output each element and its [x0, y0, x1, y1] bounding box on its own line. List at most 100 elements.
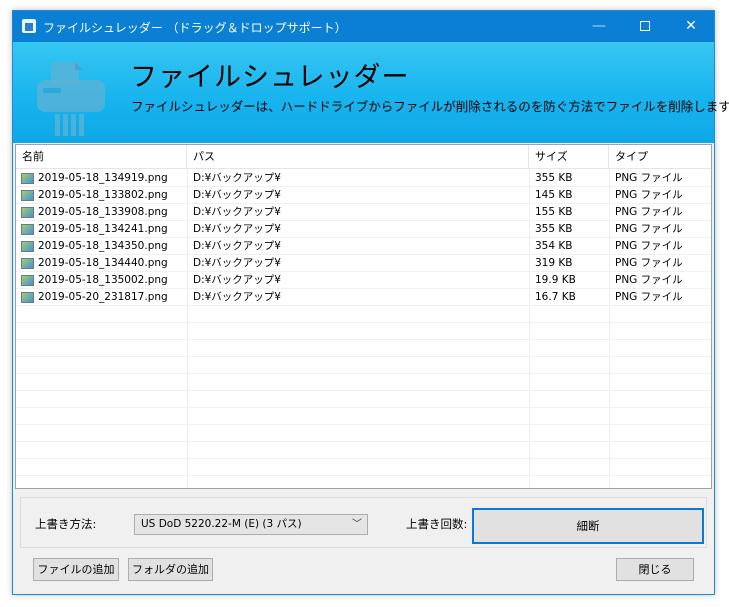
table-row[interactable]: 2019-05-18_133802.png D:¥バックアップ¥ 145 KB PNG…	[16, 187, 711, 204]
cell-name: 2019-05-18_134350.png	[21, 238, 187, 255]
window-title: ファイルシュレッダー （ドラッグ＆ドロップサポート）	[43, 21, 347, 35]
cell-name: 2019-05-18_133908.png	[21, 204, 187, 221]
empty-row	[16, 306, 711, 323]
shred-button[interactable]: 細断	[472, 508, 704, 544]
cell-path-text: D:¥バックアップ¥	[193, 240, 281, 252]
cell-size-text: 319 KB	[535, 257, 573, 269]
overwrite-method-label: 上書き方法:	[35, 517, 97, 531]
table-row[interactable]: 2019-05-18_134440.png D:¥バックアップ¥ 319 KB PNG…	[16, 255, 711, 272]
cell-name-text: 2019-05-18_134919.png	[38, 172, 168, 184]
cell-path: D:¥バックアップ¥	[193, 170, 529, 187]
table-row[interactable]: 2019-05-18_135002.png D:¥バックアップ¥ 19.9 KB PN…	[16, 272, 711, 289]
file-list[interactable]: 名前 パス サイズ タイプ 2019-05-18_134919.png D:¥バッ…	[15, 144, 712, 489]
cell-size-text: 355 KB	[535, 223, 573, 235]
shredder-icon	[37, 62, 105, 136]
cell-path: D:¥バックアップ¥	[193, 272, 529, 289]
empty-row	[16, 374, 711, 391]
list-header: 名前 パス サイズ タイプ	[16, 145, 711, 169]
cell-type-text: PNG ファイル	[615, 240, 683, 252]
empty-row	[16, 442, 711, 459]
overwrite-method-select[interactable]: US DoD 5220.22-M (E) (3 パス) ﹀	[134, 514, 368, 535]
cell-type-text: PNG ファイル	[615, 223, 683, 235]
cell-name-text: 2019-05-18_133802.png	[38, 189, 168, 201]
close-button[interactable]: 閉じる	[616, 558, 694, 581]
column-header-size[interactable]: サイズ	[529, 145, 609, 169]
image-file-icon	[21, 207, 34, 218]
column-header-path[interactable]: パス	[187, 145, 529, 169]
column-header-name[interactable]: 名前	[16, 145, 187, 169]
cell-type: PNG ファイル	[615, 255, 711, 272]
cell-name-text: 2019-05-18_135002.png	[38, 274, 168, 286]
cell-path-text: D:¥バックアップ¥	[193, 206, 281, 218]
cell-size: 355 KB	[535, 221, 609, 238]
cell-name-text: 2019-05-18_133908.png	[38, 206, 168, 218]
list-rows: 2019-05-18_134919.png D:¥バックアップ¥ 355 KB PNG…	[16, 170, 711, 488]
cell-size: 355 KB	[535, 170, 609, 187]
cell-path: D:¥バックアップ¥	[193, 204, 529, 221]
image-file-icon	[21, 224, 34, 235]
table-row[interactable]: 2019-05-18_134919.png D:¥バックアップ¥ 355 KB PNG…	[16, 170, 711, 187]
overwrite-method-value: US DoD 5220.22-M (E) (3 パス)	[141, 518, 302, 530]
cell-path-text: D:¥バックアップ¥	[193, 172, 281, 184]
cell-size-text: 155 KB	[535, 206, 573, 218]
image-file-icon	[21, 173, 34, 184]
app-shredder-icon	[22, 19, 36, 33]
cell-path-text: D:¥バックアップ¥	[193, 257, 281, 269]
cell-name-text: 2019-05-18_134440.png	[38, 257, 168, 269]
cell-type: PNG ファイル	[615, 289, 711, 306]
column-header-type[interactable]: タイプ	[609, 145, 711, 169]
image-file-icon	[21, 190, 34, 201]
cell-type-text: PNG ファイル	[615, 291, 683, 303]
cell-size: 319 KB	[535, 255, 609, 272]
overwrite-passes-label: 上書き回数:	[406, 517, 468, 531]
cell-path-text: D:¥バックアップ¥	[193, 291, 281, 303]
cell-name-text: 2019-05-20_231817.png	[38, 291, 168, 303]
cell-name: 2019-05-18_134241.png	[21, 221, 187, 238]
cell-type-text: PNG ファイル	[615, 274, 683, 286]
empty-row	[16, 391, 711, 408]
cell-size: 145 KB	[535, 187, 609, 204]
cell-path-text: D:¥バックアップ¥	[193, 274, 281, 286]
cell-size-text: 354 KB	[535, 240, 573, 252]
cell-size-text: 145 KB	[535, 189, 573, 201]
image-file-icon	[21, 275, 34, 286]
cell-type: PNG ファイル	[615, 221, 711, 238]
cell-size: 16.7 KB	[535, 289, 609, 306]
empty-row	[16, 459, 711, 476]
cell-name: 2019-05-20_231817.png	[21, 289, 187, 306]
empty-row	[16, 357, 711, 374]
image-file-icon	[21, 241, 34, 252]
maximize-button[interactable]	[622, 11, 668, 42]
banner-title: ファイルシュレッダー	[130, 62, 410, 93]
cell-size: 155 KB	[535, 204, 609, 221]
table-row[interactable]: 2019-05-18_133908.png D:¥バックアップ¥ 155 KB PNG…	[16, 204, 711, 221]
cell-size-text: 19.9 KB	[535, 274, 576, 286]
overwrite-options-panel: 上書き方法: US DoD 5220.22-M (E) (3 パス) ﹀ 上書き…	[20, 497, 707, 548]
close-window-button[interactable]: ✕	[668, 11, 714, 42]
cell-type: PNG ファイル	[615, 170, 711, 187]
image-file-icon	[21, 258, 34, 269]
cell-name-text: 2019-05-18_134350.png	[38, 240, 168, 252]
cell-path: D:¥バックアップ¥	[193, 221, 529, 238]
cell-type-text: PNG ファイル	[615, 257, 683, 269]
cell-type-text: PNG ファイル	[615, 206, 683, 218]
maximize-icon	[640, 21, 650, 31]
table-row[interactable]: 2019-05-20_231817.png D:¥バックアップ¥ 16.7 KB PN…	[16, 289, 711, 306]
header-banner: ファイルシュレッダー ファイルシュレッダーは、ハードドライブからファイルが削除さ…	[13, 42, 729, 143]
cell-path: D:¥バックアップ¥	[193, 238, 529, 255]
cell-type-text: PNG ファイル	[615, 172, 683, 184]
minimize-button[interactable]: —	[576, 11, 622, 42]
cell-size-text: 355 KB	[535, 172, 573, 184]
cell-path: D:¥バックアップ¥	[193, 187, 529, 204]
cell-type-text: PNG ファイル	[615, 189, 683, 201]
cell-path: D:¥バックアップ¥	[193, 289, 529, 306]
table-row[interactable]: 2019-05-18_134350.png D:¥バックアップ¥ 354 KB PNG…	[16, 238, 711, 255]
title-bar: ファイルシュレッダー （ドラッグ＆ドロップサポート） — ✕	[13, 11, 714, 42]
table-row[interactable]: 2019-05-18_134241.png D:¥バックアップ¥ 355 KB PNG…	[16, 221, 711, 238]
empty-row	[16, 476, 711, 488]
add-folder-button[interactable]: フォルダの追加	[128, 558, 213, 581]
cell-path: D:¥バックアップ¥	[193, 255, 529, 272]
chevron-down-icon: ﹀	[352, 519, 362, 530]
cell-name-text: 2019-05-18_134241.png	[38, 223, 168, 235]
add-file-button[interactable]: ファイルの追加	[33, 558, 119, 581]
